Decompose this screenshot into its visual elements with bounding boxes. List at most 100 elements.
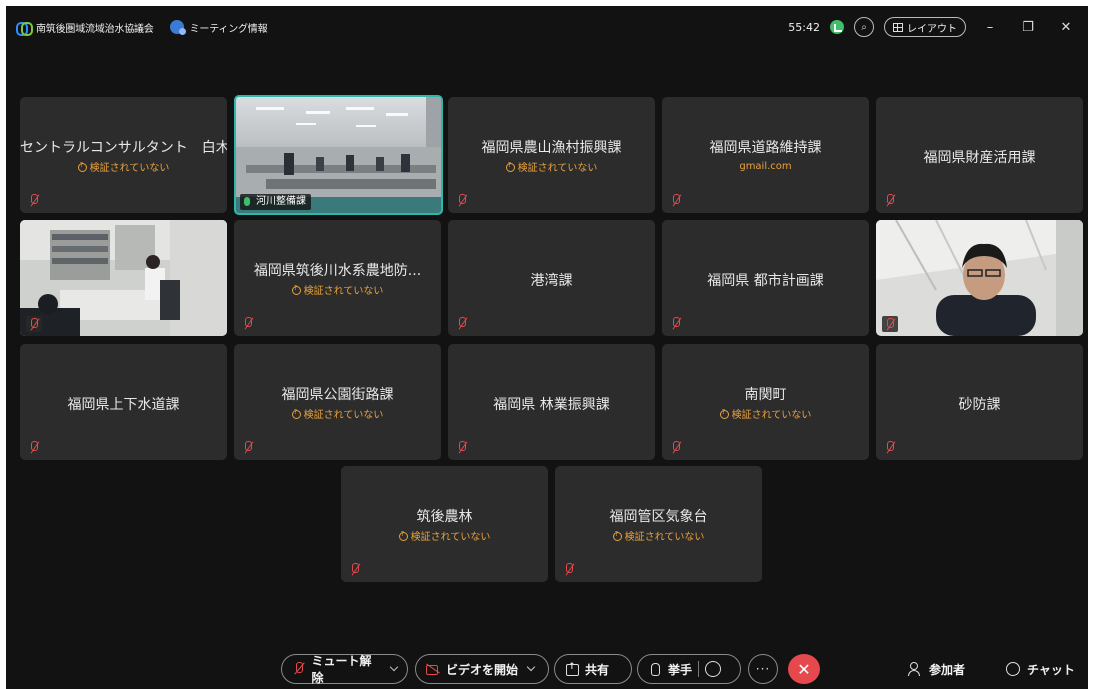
participant-tile[interactable]: 筑後農林 検証されていない: [341, 466, 548, 582]
participant-tile[interactable]: 福岡管区気象台 検証されていない: [555, 466, 762, 582]
raise-hand-icon: [648, 662, 662, 676]
unverified-icon: [291, 408, 301, 419]
participant-tile[interactable]: セントラルコンサルタント 白木 検証されていない: [20, 97, 227, 213]
participant-tile-video[interactable]: [20, 220, 227, 336]
meeting-timer: 55:42: [788, 20, 820, 34]
title-bar: 南筑後圏域流域治水協議会 ミーティング情報 55:42 ⌕ レイアウト – ❐ …: [6, 6, 1088, 48]
unverified-icon: [77, 161, 87, 172]
muted-mic-icon: [456, 194, 468, 207]
participant-name: 福岡県公園街路課: [281, 387, 394, 403]
participant-name: 福岡県上下水道課: [67, 397, 180, 413]
muted-mic-icon: [28, 318, 40, 331]
participant-name: 港湾課: [530, 273, 573, 289]
start-video-label: ビデオを開始: [446, 662, 519, 677]
video-name-label: 河川整備課: [240, 194, 311, 210]
unverified-icon: [398, 530, 408, 541]
unverified-status: 検証されていない: [234, 406, 441, 421]
reactions-icon[interactable]: [705, 661, 722, 677]
raise-hand-button[interactable]: 挙手: [637, 654, 741, 684]
webex-meeting-window: 南筑後圏域流域治水協議会 ミーティング情報 55:42 ⌕ レイアウト – ❐ …: [6, 6, 1088, 689]
unverified-icon: [719, 408, 729, 419]
grid-layout-icon: [893, 22, 903, 32]
participant-tile-video[interactable]: [876, 220, 1083, 336]
layout-label: レイアウト: [907, 23, 957, 35]
share-button[interactable]: 共有: [554, 654, 632, 684]
muted-mic-icon: [884, 441, 896, 454]
unverified-icon: [612, 530, 622, 541]
participants-button[interactable]: 参加者: [908, 654, 965, 684]
participant-tile[interactable]: 福岡県 都市計画課: [662, 220, 869, 336]
raise-hand-label: 挙手: [668, 662, 693, 677]
muted-mic-icon: [670, 194, 682, 207]
office-video: [20, 220, 227, 336]
participant-name: 福岡県 都市計画課: [707, 273, 824, 289]
minimize-button[interactable]: –: [976, 20, 1004, 35]
participant-tile[interactable]: 福岡県筑後川水系農地防... 検証されていない: [234, 220, 441, 336]
participant-name: 南関町: [744, 387, 787, 403]
start-video-button[interactable]: ビデオを開始: [415, 654, 549, 684]
participant-name: 福岡県道路維持課: [709, 140, 822, 156]
participant-tile[interactable]: 福岡県道路維持課 gmail.com: [662, 97, 869, 213]
unverified-status: 検証されていない: [662, 406, 869, 421]
muted-mic-icon: [884, 194, 896, 207]
chat-icon: [1006, 662, 1020, 676]
participant-name: 福岡県財産活用課: [923, 150, 1036, 166]
mic-muted-icon: [292, 662, 306, 676]
chevron-down-icon[interactable]: [389, 662, 399, 672]
participant-tile[interactable]: 福岡県上下水道課: [20, 344, 227, 460]
participant-tile[interactable]: 砂防課: [876, 344, 1083, 460]
muted-mic-icon: [670, 317, 682, 330]
unverified-icon: [505, 161, 515, 172]
muted-mic-icon: [242, 317, 254, 330]
participants-label: 参加者: [929, 662, 966, 677]
participants-icon: [908, 662, 922, 676]
muted-mic-icon: [456, 317, 468, 330]
divider: [698, 661, 700, 677]
unverified-status: 検証されていない: [448, 159, 655, 174]
participant-name: 福岡管区気象台: [609, 509, 708, 525]
mic-on-icon: [244, 197, 250, 206]
zoom-icon[interactable]: ⌕: [854, 17, 874, 37]
participant-name: 筑後農林: [416, 509, 473, 525]
muted-mic-icon: [670, 441, 682, 454]
participant-name: 砂防課: [958, 397, 1001, 413]
unmute-button[interactable]: ミュート解除: [281, 654, 408, 685]
participant-name: 福岡県 林業振興課: [493, 397, 610, 413]
participant-tile[interactable]: 福岡県公園街路課 検証されていない: [234, 344, 441, 460]
unverified-status: 検証されていない: [341, 528, 548, 543]
camera-off-icon: [426, 662, 440, 676]
restore-button[interactable]: ❐: [1014, 20, 1042, 35]
muted-mic-icon: [242, 441, 254, 454]
share-screen-icon: [565, 662, 579, 676]
participant-name: 福岡県農山漁村振興課: [481, 140, 622, 156]
unverified-status: 検証されていない: [234, 282, 441, 297]
connection-health-icon[interactable]: [830, 20, 844, 34]
participant-tile[interactable]: 港湾課: [448, 220, 655, 336]
participant-tile[interactable]: 南関町 検証されていない: [662, 344, 869, 460]
participant-tile[interactable]: 福岡県財産活用課: [876, 97, 1083, 213]
participant-name: セントラルコンサルタント 白木: [20, 140, 227, 156]
muted-mic-icon: [884, 318, 896, 331]
end-meeting-button[interactable]: ✕: [788, 654, 820, 684]
chat-button[interactable]: チャット: [1006, 654, 1075, 684]
muted-mic-badge: [26, 316, 42, 332]
layout-button[interactable]: レイアウト: [884, 17, 966, 37]
muted-mic-icon: [349, 563, 361, 576]
webex-logo-icon: [16, 22, 33, 36]
meeting-info-icon[interactable]: [169, 20, 186, 35]
participant-tile[interactable]: 福岡県農山漁村振興課 検証されていない: [448, 97, 655, 213]
meeting-info-link[interactable]: ミーティング情報: [190, 20, 268, 35]
participant-tile[interactable]: 福岡県 林業振興課: [448, 344, 655, 460]
chat-label: チャット: [1027, 662, 1075, 677]
person-video: [876, 220, 1083, 336]
chevron-down-icon[interactable]: [526, 662, 536, 672]
close-window-button[interactable]: ✕: [1052, 20, 1080, 35]
participant-tile-video-active-speaker[interactable]: 河川整備課: [234, 95, 443, 215]
participant-email-domain: gmail.com: [739, 161, 792, 172]
muted-mic-badge: [882, 316, 898, 332]
muted-mic-icon: [28, 441, 40, 454]
muted-mic-icon: [563, 563, 575, 576]
muted-mic-icon: [28, 194, 40, 207]
unverified-status: 検証されていない: [20, 159, 227, 174]
more-options-button[interactable]: ···: [748, 654, 778, 684]
